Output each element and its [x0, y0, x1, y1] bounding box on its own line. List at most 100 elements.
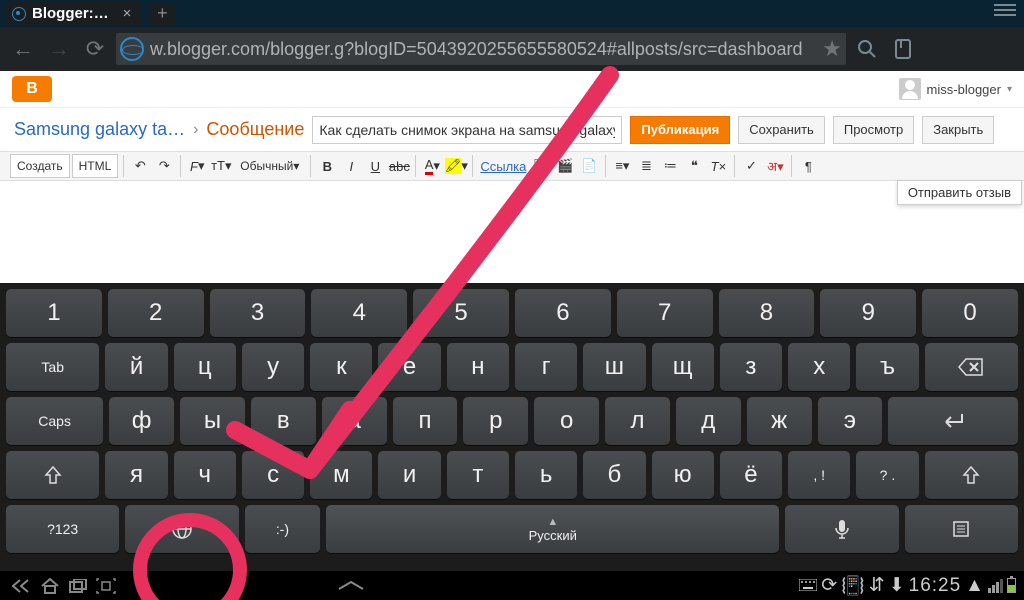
bold-icon[interactable]: B [316, 155, 338, 177]
key-ж[interactable]: ж [747, 397, 812, 445]
key-, ![interactable]: , ! [788, 451, 850, 499]
key-й[interactable]: й [105, 343, 167, 391]
key-п[interactable]: п [393, 397, 458, 445]
video-icon[interactable]: 🎬 [554, 155, 576, 177]
preview-button[interactable]: Просмотр [833, 116, 914, 144]
key-у[interactable]: у [242, 343, 304, 391]
link-button[interactable]: Ссылка [478, 155, 528, 177]
underline-icon[interactable]: U [364, 155, 386, 177]
key-ю[interactable]: ю [652, 451, 714, 499]
nav-expand-icon[interactable] [337, 575, 365, 597]
key-е[interactable]: е [378, 343, 440, 391]
key-д[interactable]: д [676, 397, 741, 445]
key-б[interactable]: б [583, 451, 645, 499]
format-normal[interactable]: Обычный ▾ [234, 154, 305, 178]
key-к[interactable]: к [310, 343, 372, 391]
key-language[interactable] [125, 505, 238, 553]
undo-icon[interactable]: ↶ [129, 155, 151, 177]
key-4[interactable]: 4 [311, 289, 407, 337]
key-ч[interactable]: ч [174, 451, 236, 499]
jump-break-icon[interactable]: 📄 [578, 155, 600, 177]
key-symbols[interactable]: ?123 [6, 505, 119, 553]
key-shift-right[interactable] [925, 451, 1018, 499]
key-в[interactable]: в [251, 397, 316, 445]
key-т[interactable]: т [447, 451, 509, 499]
key-1[interactable]: 1 [6, 289, 102, 337]
blogger-logo[interactable]: B [12, 76, 52, 102]
key-р[interactable]: р [463, 397, 528, 445]
clear-format-icon[interactable]: T× [707, 155, 729, 177]
list-bullet-icon[interactable]: ≔ [659, 155, 681, 177]
key-shift-left[interactable] [6, 451, 99, 499]
key-м[interactable]: м [310, 451, 372, 499]
tab-close-icon[interactable]: × [123, 5, 132, 22]
compose-tab[interactable]: Создать [10, 154, 70, 178]
redo-icon[interactable]: ↷ [153, 155, 175, 177]
key-tab[interactable]: Tab [6, 343, 99, 391]
key-3[interactable]: 3 [210, 289, 306, 337]
key-ш[interactable]: ш [583, 343, 645, 391]
key-г[interactable]: г [515, 343, 577, 391]
key-а[interactable]: а [322, 397, 387, 445]
quote-icon[interactable]: ❝ [683, 155, 705, 177]
nav-screenshot-icon[interactable] [92, 575, 120, 597]
new-tab-button[interactable]: + [149, 3, 175, 25]
browser-tab[interactable]: Blogger:… × [6, 2, 141, 26]
highlight-icon[interactable]: 🖍▾ [445, 155, 467, 177]
key-э[interactable]: э [818, 397, 883, 445]
key-2[interactable]: 2 [108, 289, 204, 337]
key-ё[interactable]: ё [720, 451, 782, 499]
font-size-icon[interactable]: тТ▾ [210, 155, 232, 177]
key-з[interactable]: з [720, 343, 782, 391]
feedback-tooltip[interactable]: Отправить отзыв [897, 180, 1022, 205]
bookmarks-icon[interactable] [888, 34, 918, 64]
key-х[interactable]: х [788, 343, 850, 391]
key-caps[interactable]: Caps [6, 397, 103, 445]
key-space[interactable]: ▲ Русский [326, 505, 779, 553]
key-7[interactable]: 7 [617, 289, 713, 337]
key-backspace[interactable] [925, 343, 1018, 391]
text-color-icon[interactable]: A▾ [421, 155, 443, 177]
key-я[interactable]: я [105, 451, 167, 499]
strike-icon[interactable]: abc [388, 155, 410, 177]
bookmark-star-icon[interactable]: ★ [822, 36, 842, 62]
key-о[interactable]: о [534, 397, 599, 445]
nav-recent-icon[interactable] [64, 575, 92, 597]
key-8[interactable]: 8 [719, 289, 815, 337]
menu-icon[interactable] [994, 4, 1016, 16]
key-options[interactable] [905, 505, 1018, 553]
key-ы[interactable]: ы [180, 397, 245, 445]
key-6[interactable]: 6 [515, 289, 611, 337]
close-button[interactable]: Закрыть [922, 116, 994, 144]
key-и[interactable]: и [378, 451, 440, 499]
post-title-input[interactable] [312, 116, 622, 144]
key-9[interactable]: 9 [820, 289, 916, 337]
key-voice[interactable] [785, 505, 898, 553]
key-л[interactable]: л [605, 397, 670, 445]
key-щ[interactable]: щ [652, 343, 714, 391]
key-enter[interactable] [888, 397, 1018, 445]
address-bar[interactable]: w.blogger.com/blogger.g?blogID=504392025… [116, 33, 846, 65]
align-icon[interactable]: ≡▾ [611, 155, 633, 177]
user-menu[interactable]: miss-blogger ▾ [899, 78, 1012, 100]
list-numbered-icon[interactable]: ≣ [635, 155, 657, 177]
publish-button[interactable]: Публикация [630, 116, 730, 144]
key-с[interactable]: с [242, 451, 304, 499]
spellcheck-icon[interactable]: ✓ [740, 155, 762, 177]
italic-icon[interactable]: I [340, 155, 362, 177]
key-ф[interactable]: ф [109, 397, 174, 445]
save-button[interactable]: Сохранить [738, 116, 825, 144]
html-tab[interactable]: HTML [72, 154, 119, 178]
nav-home-icon[interactable] [36, 575, 64, 597]
key-5[interactable]: 5 [413, 289, 509, 337]
transliterate-icon[interactable]: अ▾ [764, 155, 786, 177]
blog-name-link[interactable]: Samsung galaxy ta… [14, 119, 185, 140]
search-icon[interactable] [852, 34, 882, 64]
image-icon[interactable]: 🖼 [530, 155, 552, 177]
editor-body[interactable] [0, 181, 1024, 241]
font-family-icon[interactable]: F▾ [186, 155, 208, 177]
key-ц[interactable]: ц [174, 343, 236, 391]
nav-back-icon[interactable] [8, 575, 36, 597]
reload-button[interactable]: ⟳ [80, 34, 110, 64]
rtl-icon[interactable]: ¶ [797, 155, 819, 177]
